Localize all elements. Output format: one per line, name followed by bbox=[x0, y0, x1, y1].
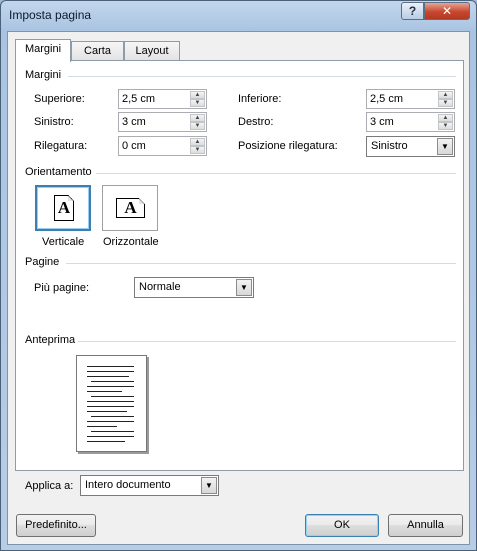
gutter-position-label: Posizione rilegatura: bbox=[238, 140, 338, 152]
gutter-position-value: Sinistro bbox=[371, 140, 408, 152]
page-setup-dialog: Imposta pagina ? ✕ Margini Carta Layout … bbox=[0, 0, 477, 551]
page-preview bbox=[76, 355, 147, 452]
section-divider bbox=[68, 76, 456, 77]
spin-up-icon[interactable]: ▲ bbox=[190, 91, 205, 99]
portrait-orientation-icon: A bbox=[54, 195, 74, 221]
cancel-button[interactable]: Annulla bbox=[388, 514, 463, 537]
spin-down-icon[interactable]: ▼ bbox=[190, 99, 205, 107]
tab-margini[interactable]: Margini bbox=[15, 39, 71, 62]
apply-to-value: Intero documento bbox=[85, 479, 171, 491]
top-margin-label: Superiore: bbox=[34, 93, 85, 105]
gutter-spinner[interactable]: 0 cm ▲ ▼ bbox=[118, 136, 207, 156]
spin-down-icon[interactable]: ▼ bbox=[438, 122, 453, 130]
top-margin-value: 2,5 cm bbox=[122, 93, 156, 105]
spin-down-icon[interactable]: ▼ bbox=[438, 99, 453, 107]
gutter-label: Rilegatura: bbox=[34, 140, 88, 152]
bottom-margin-spinner[interactable]: 2,5 cm ▲ ▼ bbox=[366, 89, 455, 109]
spin-down-icon[interactable]: ▼ bbox=[190, 146, 205, 154]
tab-label: Margini bbox=[24, 43, 62, 55]
pages-section-title: Pagine bbox=[25, 256, 60, 268]
help-icon: ? bbox=[408, 4, 417, 18]
spin-up-icon[interactable]: ▲ bbox=[438, 114, 453, 122]
set-default-button[interactable]: Predefinito... bbox=[16, 514, 96, 537]
section-divider bbox=[96, 173, 456, 174]
close-icon: ✕ bbox=[441, 4, 453, 18]
landscape-orientation-icon: A bbox=[116, 198, 145, 218]
top-margin-spinner[interactable]: 2,5 cm ▲ ▼ bbox=[118, 89, 207, 109]
margins-section-title: Margini bbox=[25, 69, 62, 81]
ok-button[interactable]: OK bbox=[305, 514, 379, 537]
help-button[interactable]: ? bbox=[401, 2, 424, 20]
tab-label: Carta bbox=[84, 45, 111, 57]
gutter-value: 0 cm bbox=[122, 140, 146, 152]
right-margin-value: 3 cm bbox=[370, 116, 394, 128]
portrait-label: Verticale bbox=[42, 236, 85, 248]
left-margin-label: Sinistro: bbox=[34, 116, 74, 128]
right-margin-label: Destro: bbox=[238, 116, 274, 128]
left-margin-spinner[interactable]: 3 cm ▲ ▼ bbox=[118, 112, 207, 132]
landscape-label: Orizzontale bbox=[103, 236, 159, 248]
multiple-pages-select[interactable]: Normale ▼ bbox=[134, 277, 254, 298]
left-margin-value: 3 cm bbox=[122, 116, 146, 128]
close-button[interactable]: ✕ bbox=[424, 2, 470, 20]
multiple-pages-value: Normale bbox=[139, 281, 181, 293]
margins-panel: Margini Superiore: 2,5 cm ▲ ▼ Inferiore: … bbox=[15, 60, 464, 471]
section-divider bbox=[78, 341, 456, 342]
multiple-pages-label: Più pagine: bbox=[34, 282, 90, 294]
bottom-margin-label: Inferiore: bbox=[238, 93, 282, 105]
apply-to-select[interactable]: Intero documento ▼ bbox=[80, 475, 219, 496]
spin-up-icon[interactable]: ▲ bbox=[190, 114, 205, 122]
window-title: Imposta pagina bbox=[9, 8, 92, 22]
chevron-down-icon[interactable]: ▼ bbox=[201, 477, 217, 494]
gutter-position-select[interactable]: Sinistro ▼ bbox=[366, 136, 455, 157]
apply-to-label: Applica a: bbox=[25, 480, 74, 492]
tab-carta[interactable]: Carta bbox=[71, 41, 124, 61]
spin-up-icon[interactable]: ▲ bbox=[438, 91, 453, 99]
right-margin-spinner[interactable]: 3 cm ▲ ▼ bbox=[366, 112, 455, 132]
chevron-down-icon[interactable]: ▼ bbox=[236, 279, 252, 296]
tab-label: Layout bbox=[135, 45, 169, 57]
spin-down-icon[interactable]: ▼ bbox=[190, 122, 205, 130]
dialog-body: Margini Carta Layout Margini Superiore: … bbox=[7, 31, 470, 545]
landscape-orientation-button[interactable]: A bbox=[102, 185, 158, 231]
bottom-margin-value: 2,5 cm bbox=[370, 93, 404, 105]
preview-section-title: Anteprima bbox=[25, 334, 76, 346]
title-bar: Imposta pagina ? ✕ bbox=[1, 1, 476, 31]
portrait-orientation-button[interactable]: A bbox=[35, 185, 91, 231]
section-divider bbox=[66, 263, 456, 264]
spin-up-icon[interactable]: ▲ bbox=[190, 138, 205, 146]
tab-layout[interactable]: Layout bbox=[124, 41, 180, 61]
chevron-down-icon[interactable]: ▼ bbox=[437, 138, 453, 155]
orientation-section-title: Orientamento bbox=[25, 166, 92, 178]
